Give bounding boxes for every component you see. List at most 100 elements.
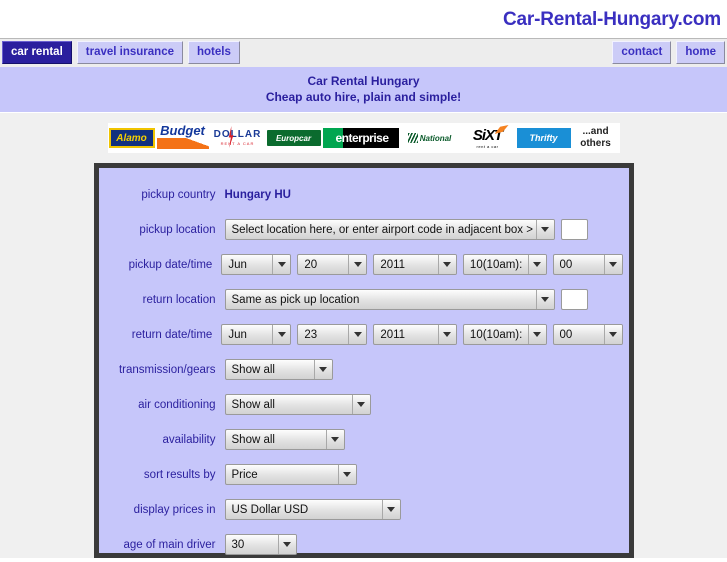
banner-heading: Car Rental Hungary — [307, 74, 420, 88]
search-form-area: pickup country Hungary HU pickup locatio… — [0, 163, 727, 558]
transmission-select[interactable]: Show all — [224, 359, 333, 380]
return-datetime-label: return date/time — [131, 328, 213, 341]
budget-logo-text: Budget — [160, 124, 205, 138]
chevron-down-icon — [313, 360, 332, 379]
pickup-datetime-label: pickup date/time — [128, 258, 213, 271]
nav-right-group: contact home — [612, 41, 725, 64]
chevron-down-icon — [348, 325, 367, 344]
chevron-down-icon — [437, 325, 456, 344]
display-prices-label: display prices in — [133, 503, 216, 516]
sort-results-select[interactable]: Price — [224, 464, 357, 485]
national-logo-stripes-icon — [407, 133, 418, 143]
air-conditioning-label: air conditioning — [138, 398, 216, 411]
pickup-hour-select[interactable]: 10(10am): — [462, 254, 547, 275]
partner-logos-area: Alamo Budget DOLLAR RENT A CAR Europcar … — [0, 113, 727, 163]
form-row-pickup-location: pickup location Select location here, or… — [99, 212, 629, 247]
display-prices-value: US Dollar USD — [231, 503, 309, 516]
site-header: Car-Rental-Hungary.com — [0, 0, 727, 38]
pickup-minute-select[interactable]: 00 — [552, 254, 623, 275]
return-month-value: Jun — [228, 328, 247, 341]
return-location-select[interactable]: Same as pick up location — [224, 289, 555, 310]
pickup-month-select[interactable]: Jun — [221, 254, 292, 275]
europcar-logo: Europcar — [266, 130, 321, 146]
sort-results-label: sort results by — [143, 468, 216, 481]
nav-tab-travel-insurance[interactable]: travel insurance — [76, 41, 183, 64]
return-year-value: 2011 — [380, 328, 406, 341]
pickup-day-value: 20 — [304, 258, 318, 271]
return-day-value: 23 — [304, 328, 318, 341]
pickup-minute-value: 00 — [559, 258, 573, 271]
form-row-display-prices: display prices in US Dollar USD — [99, 492, 629, 527]
and-others-label: ...and others — [572, 123, 619, 153]
sixt-logo-subtext: rent a car — [476, 144, 499, 149]
chevron-down-icon — [437, 255, 456, 274]
pickup-year-select[interactable]: 2011 — [373, 254, 457, 275]
alamo-logo-text: Alamo — [116, 132, 147, 144]
return-day-select[interactable]: 23 — [297, 324, 368, 345]
sort-results-value: Price — [231, 468, 258, 481]
sixt-logo-text: SiXT — [472, 127, 503, 144]
thrifty-logo: Thrifty — [516, 128, 571, 148]
dollar-logo-subtext: RENT A CAR — [220, 141, 255, 146]
chevron-down-icon — [325, 430, 344, 449]
budget-logo: Budget — [156, 124, 209, 152]
chevron-down-icon — [351, 395, 370, 414]
return-month-select[interactable]: Jun — [221, 324, 292, 345]
page-banner: Car Rental Hungary Cheap auto hire, plai… — [0, 67, 727, 113]
chevron-down-icon — [272, 255, 291, 274]
and-others-line2: others — [580, 138, 611, 149]
transmission-label: transmission/gears — [118, 363, 216, 376]
return-location-label: return location — [142, 293, 216, 306]
return-minute-select[interactable]: 00 — [552, 324, 623, 345]
return-hour-select[interactable]: 10(10am): — [462, 324, 547, 345]
nav-left-group: car rental travel insurance hotels — [2, 41, 240, 64]
budget-logo-slash — [156, 138, 209, 149]
main-navigation: car rental travel insurance hotels conta… — [0, 38, 727, 67]
form-row-return-location: return location Same as pick up location — [99, 282, 629, 317]
pickup-airport-code-input[interactable] — [560, 219, 588, 240]
pickup-location-label: pickup location — [139, 223, 216, 236]
display-prices-select[interactable]: US Dollar USD — [224, 499, 401, 520]
pickup-country-label: pickup country — [141, 188, 216, 201]
availability-label: availability — [162, 433, 216, 446]
return-airport-code-input[interactable] — [560, 289, 588, 310]
form-row-pickup-datetime: pickup date/time Jun 20 2011 10(10am): 0… — [99, 247, 629, 282]
europcar-logo-text: Europcar — [275, 133, 312, 143]
pickup-year-value: 2011 — [380, 258, 406, 271]
chevron-down-icon — [603, 255, 622, 274]
banner-tagline: Cheap auto hire, plain and simple! — [265, 90, 462, 104]
transmission-value: Show all — [231, 363, 275, 376]
availability-value: Show all — [231, 433, 275, 446]
and-others-line1: ...and — [582, 126, 609, 137]
dollar-logo: DOLLAR RENT A CAR — [210, 125, 265, 151]
pickup-day-select[interactable]: 20 — [297, 254, 368, 275]
air-conditioning-select[interactable]: Show all — [224, 394, 371, 415]
nav-tab-hotels[interactable]: hotels — [188, 41, 240, 64]
chevron-down-icon — [381, 500, 400, 519]
search-form-panel: pickup country Hungary HU pickup locatio… — [93, 163, 634, 558]
return-minute-value: 00 — [559, 328, 573, 341]
pickup-month-value: Jun — [228, 258, 247, 271]
form-row-transmission: transmission/gears Show all — [99, 352, 629, 387]
pickup-location-select[interactable]: Select location here, or enter airport c… — [224, 219, 555, 240]
site-title: Car-Rental-Hungary.com — [502, 9, 721, 30]
sixt-logo: SiXT rent a car — [460, 125, 515, 151]
national-logo: National — [400, 130, 459, 146]
chevron-down-icon — [535, 220, 554, 239]
chevron-down-icon — [527, 325, 546, 344]
return-year-select[interactable]: 2011 — [373, 324, 457, 345]
form-row-availability: availability Show all — [99, 422, 629, 457]
enterprise-logo: enterprise — [322, 128, 399, 148]
alamo-logo: Alamo — [108, 128, 155, 148]
form-row-return-datetime: return date/time Jun 23 2011 10(10am): 0… — [99, 317, 629, 352]
dollar-logo-text: DOLLAR — [213, 129, 262, 140]
nav-tab-car-rental[interactable]: car rental — [2, 41, 72, 64]
nav-tab-home[interactable]: home — [676, 41, 725, 64]
availability-select[interactable]: Show all — [224, 429, 345, 450]
form-row-air-conditioning: air conditioning Show all — [99, 387, 629, 422]
nav-tab-contact[interactable]: contact — [612, 41, 672, 64]
return-location-select-value: Same as pick up location — [231, 293, 360, 306]
chevron-down-icon — [527, 255, 546, 274]
thrifty-logo-text: Thrifty — [529, 132, 558, 143]
pickup-country-value: Hungary HU — [224, 188, 291, 201]
